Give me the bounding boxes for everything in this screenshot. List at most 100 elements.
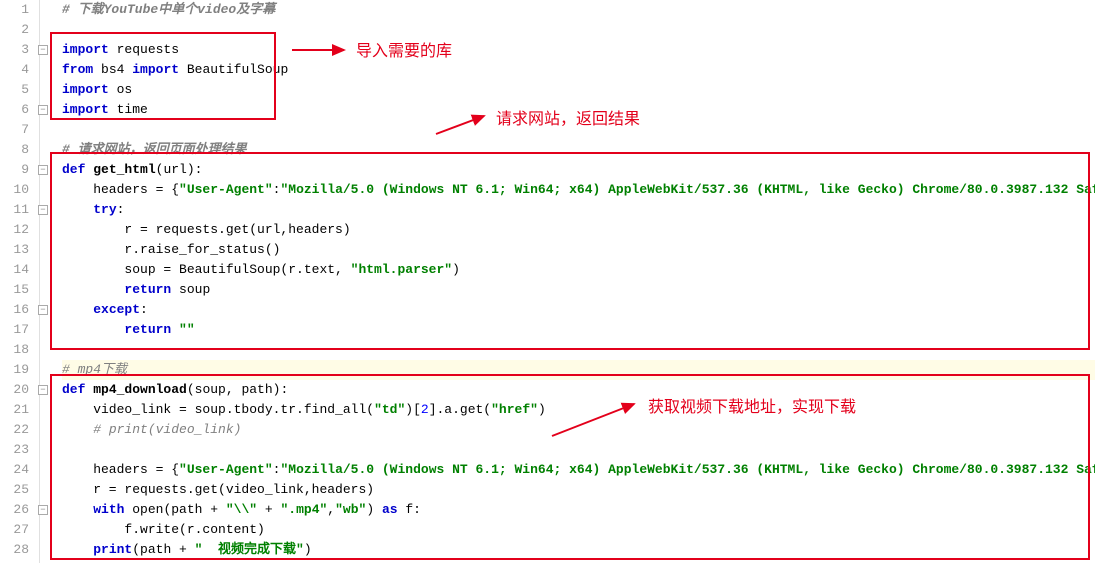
code-content[interactable]: # 下载YouTube中单个video及字幕import requestsfro… (48, 0, 1095, 560)
code-line[interactable] (62, 440, 1095, 460)
code-line[interactable]: try: (62, 200, 1095, 220)
code-token: except (93, 302, 140, 317)
code-token: ".mp4" (280, 502, 327, 517)
code-line[interactable] (62, 340, 1095, 360)
code-token (62, 282, 124, 297)
code-token: return (124, 322, 171, 337)
line-number: 10 (0, 180, 29, 200)
code-line[interactable]: video_link = soup.tbody.tr.find_all("td"… (62, 400, 1095, 420)
code-line[interactable]: return soup (62, 280, 1095, 300)
code-line[interactable]: # 下载YouTube中单个video及字幕 (62, 0, 1095, 20)
code-editor[interactable]: 1234567891011121314151617181920212223242… (0, 0, 1095, 563)
code-token: import (62, 102, 109, 117)
line-number: 22 (0, 420, 29, 440)
code-token: "Mozilla/5.0 (Windows NT 6.1; Win64; x64… (280, 462, 1095, 477)
code-token: with (93, 502, 124, 517)
code-token: + (257, 502, 280, 517)
code-token (62, 302, 93, 317)
fold-toggle-icon[interactable]: − (38, 505, 48, 515)
code-token: "td" (374, 402, 405, 417)
code-line[interactable]: r = requests.get(video_link,headers) (62, 480, 1095, 500)
code-token: : (140, 302, 148, 317)
line-number: 16 (0, 300, 29, 320)
code-token: "wb" (335, 502, 366, 517)
code-token: def (62, 382, 93, 397)
fold-toggle-icon[interactable]: − (38, 45, 48, 55)
code-token: # 下载YouTube中单个video及字幕 (62, 2, 275, 17)
code-line[interactable]: def mp4_download(soup, path): (62, 380, 1095, 400)
line-number: 3 (0, 40, 29, 60)
code-line[interactable]: def get_html(url): (62, 160, 1095, 180)
code-token (62, 322, 124, 337)
code-token: " 视频完成下载" (195, 542, 304, 557)
code-line[interactable]: return "" (62, 320, 1095, 340)
code-line[interactable]: import os (62, 80, 1095, 100)
code-line[interactable]: print(path + " 视频完成下载") (62, 540, 1095, 560)
fold-toggle-icon[interactable]: − (38, 205, 48, 215)
code-token: "html.parser" (351, 262, 452, 277)
code-token: r = requests.get(video_link,headers) (62, 482, 374, 497)
line-number: 8 (0, 140, 29, 160)
code-token: # 请求网站，返回页面处理结果 (62, 142, 247, 157)
code-token: r = requests.get(url,headers) (62, 222, 351, 237)
code-token: "\\" (226, 502, 257, 517)
code-token: import (132, 62, 179, 77)
line-number: 4 (0, 60, 29, 80)
line-number: 7 (0, 120, 29, 140)
code-token: open(path + (124, 502, 225, 517)
code-line[interactable]: import requests (62, 40, 1095, 60)
code-token: return (124, 282, 171, 297)
line-number: 13 (0, 240, 29, 260)
fold-toggle-icon[interactable]: − (38, 305, 48, 315)
code-token: (url): (156, 162, 203, 177)
line-number: 1 (0, 0, 29, 20)
code-token (171, 322, 179, 337)
code-token: ].a.get( (429, 402, 491, 417)
code-token: ) (538, 402, 546, 417)
code-token: # print(video_link) (93, 422, 241, 437)
line-number: 27 (0, 520, 29, 540)
code-line[interactable]: r.raise_for_status() (62, 240, 1095, 260)
code-token: : (117, 202, 125, 217)
fold-toggle-icon[interactable]: − (38, 385, 48, 395)
fold-toggle-icon[interactable]: − (38, 165, 48, 175)
code-token (62, 502, 93, 517)
code-token (62, 422, 93, 437)
code-line[interactable]: except: (62, 300, 1095, 320)
code-token: # mp4下载 (62, 362, 127, 377)
code-line[interactable]: headers = {"User-Agent":"Mozilla/5.0 (Wi… (62, 180, 1095, 200)
code-line[interactable]: # 请求网站，返回页面处理结果 (62, 140, 1095, 160)
fold-toggle-icon[interactable]: − (38, 105, 48, 115)
line-number: 17 (0, 320, 29, 340)
code-token: BeautifulSoup (179, 62, 288, 77)
code-token: from (62, 62, 93, 77)
code-line[interactable]: # print(video_link) (62, 420, 1095, 440)
code-token: get_html (93, 162, 155, 177)
code-line[interactable]: headers = {"User-Agent":"Mozilla/5.0 (Wi… (62, 460, 1095, 480)
code-token: time (109, 102, 148, 117)
code-token: f.write(r.content) (62, 522, 265, 537)
line-number: 9 (0, 160, 29, 180)
line-number-gutter: 1234567891011121314151617181920212223242… (0, 0, 40, 563)
code-line[interactable]: with open(path + "\\" + ".mp4","wb") as … (62, 500, 1095, 520)
code-line[interactable]: soup = BeautifulSoup(r.text, "html.parse… (62, 260, 1095, 280)
code-line[interactable]: f.write(r.content) (62, 520, 1095, 540)
code-line[interactable] (62, 20, 1095, 40)
code-token: , (327, 502, 335, 517)
line-number: 21 (0, 400, 29, 420)
code-line[interactable]: import time (62, 100, 1095, 120)
code-line[interactable]: r = requests.get(url,headers) (62, 220, 1095, 240)
code-token: headers = { (62, 182, 179, 197)
line-number: 12 (0, 220, 29, 240)
code-token: def (62, 162, 93, 177)
code-line[interactable]: # mp4下载 (62, 360, 1095, 380)
line-number: 6 (0, 100, 29, 120)
code-token: print (93, 542, 132, 557)
code-token: bs4 (93, 62, 132, 77)
code-line[interactable] (62, 120, 1095, 140)
line-number: 5 (0, 80, 29, 100)
code-line[interactable]: from bs4 import BeautifulSoup (62, 60, 1095, 80)
code-token: ) (366, 502, 382, 517)
code-area[interactable]: − − − − − − − # 下载YouTube中单个video及字幕 import req… (40, 0, 1095, 563)
code-token: try (93, 202, 116, 217)
